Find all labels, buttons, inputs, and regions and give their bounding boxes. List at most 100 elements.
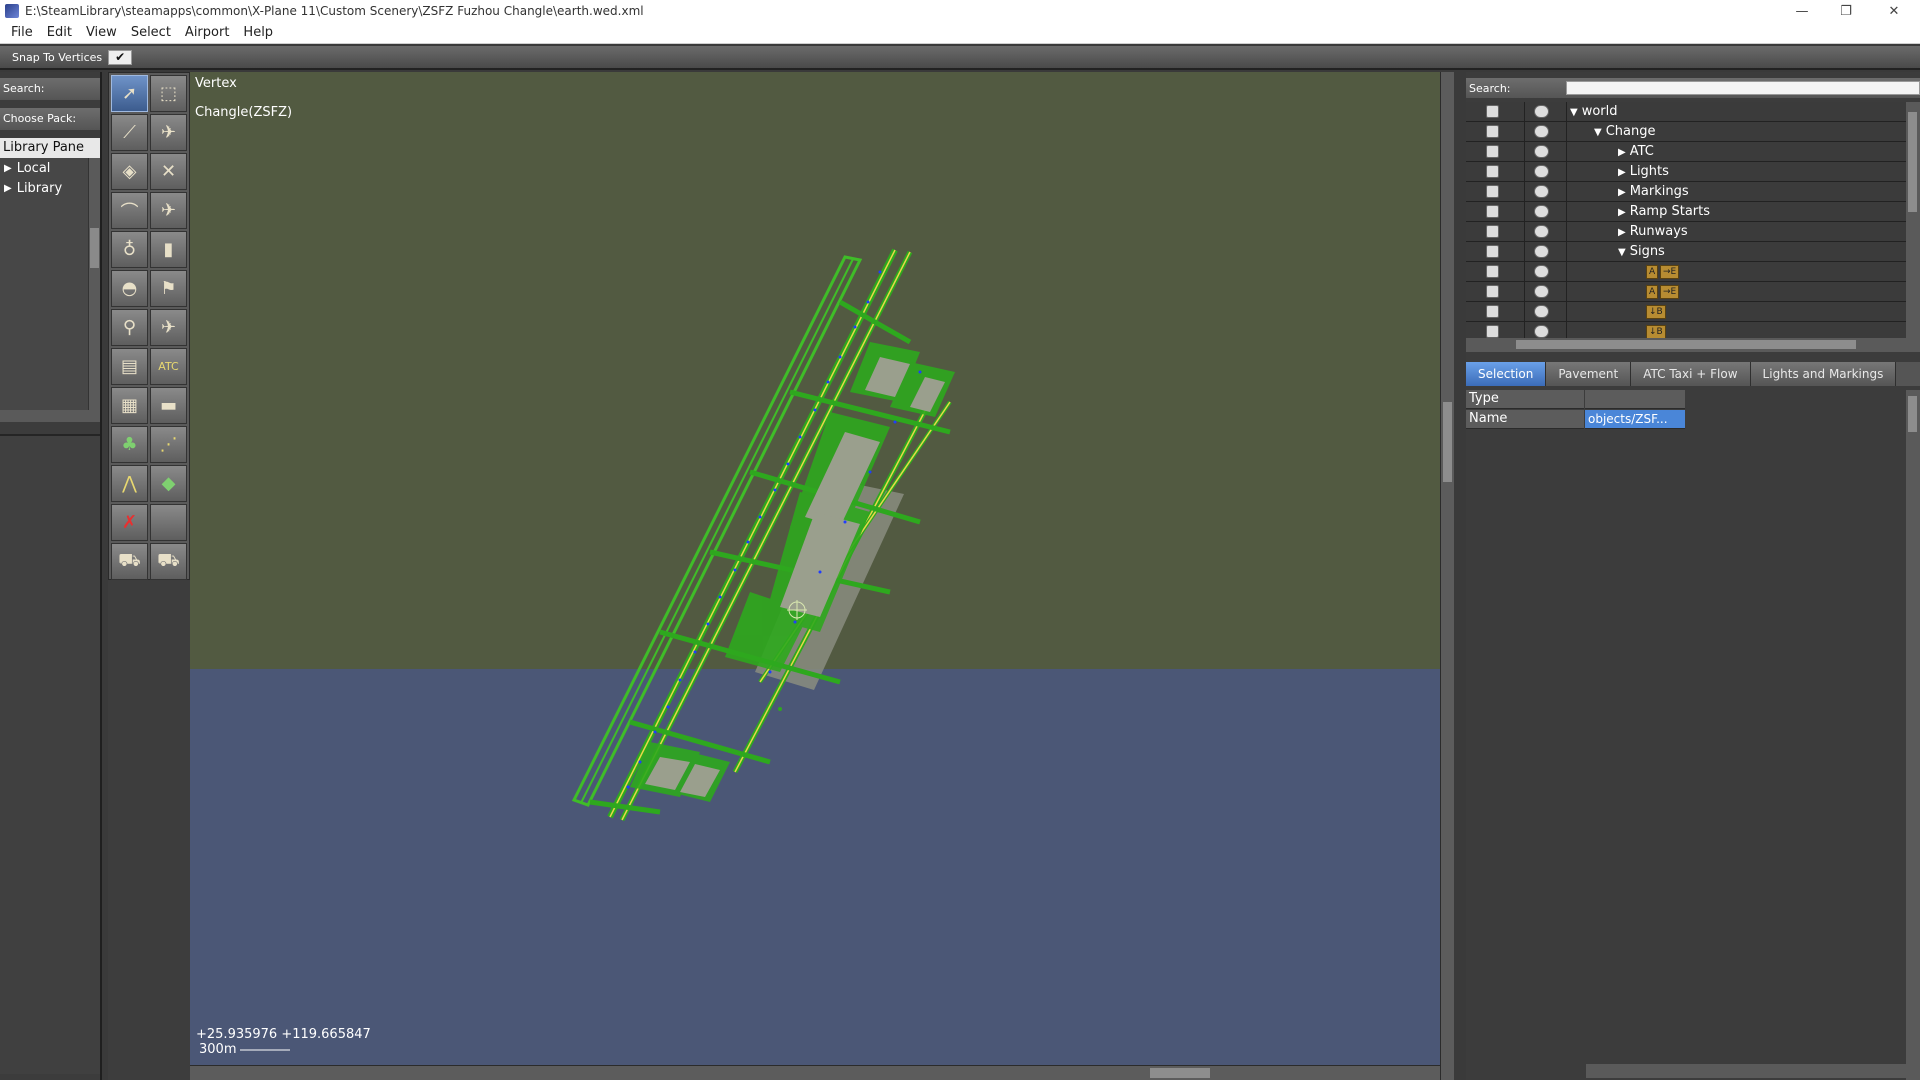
eye-icon[interactable] (1534, 145, 1549, 158)
polygon-tool-icon[interactable]: ◆ (150, 465, 187, 502)
object-tool-icon[interactable]: ▬ (150, 387, 187, 424)
property-value[interactable]: objects/ZSF... (1585, 410, 1685, 429)
close-button[interactable]: ✕ (1872, 0, 1916, 22)
eye-icon[interactable] (1534, 105, 1549, 118)
library-choose-pack[interactable]: Choose Pack: (0, 108, 100, 130)
lock-icon[interactable] (1486, 125, 1499, 138)
eye-icon[interactable] (1534, 245, 1549, 258)
airport-layout[interactable] (190, 72, 1440, 1065)
triangle-right-icon[interactable]: ▶ (4, 183, 12, 194)
menu-view[interactable]: View (79, 25, 124, 40)
scroll-thumb[interactable] (1516, 340, 1856, 349)
library-horizontal-scrollbar[interactable] (0, 410, 100, 422)
tree-row-sign[interactable]: ↓B (1466, 302, 1906, 322)
forest-tool-icon[interactable]: ▦ (111, 387, 148, 424)
triangle-down-icon[interactable]: ▼ (1594, 127, 1602, 138)
light-fixture-tool-icon[interactable]: ♁ (111, 231, 148, 268)
tree-row[interactable]: ▶ Lights (1466, 162, 1906, 182)
lock-icon[interactable] (1486, 185, 1499, 198)
line-tool-icon[interactable]: ⋀ (111, 465, 148, 502)
eye-icon[interactable] (1534, 205, 1549, 218)
tree-row[interactable]: ▶ Markings (1466, 182, 1906, 202)
minimize-button[interactable]: — (1780, 0, 1824, 22)
triangle-right-icon[interactable]: ▶ (1618, 187, 1626, 198)
triangle-right-icon[interactable]: ▶ (1618, 227, 1626, 238)
tree-row[interactable]: ▶ ATC (1466, 142, 1906, 162)
triangle-down-icon[interactable]: ▼ (1618, 247, 1626, 258)
menu-help[interactable]: Help (236, 25, 280, 40)
menu-select[interactable]: Select (124, 25, 178, 40)
lock-icon[interactable] (1486, 265, 1499, 278)
sealane-tool-icon[interactable]: ◈ (111, 153, 148, 190)
triangle-right-icon[interactable]: ▶ (1618, 147, 1626, 158)
hierarchy-search-input[interactable] (1566, 81, 1920, 95)
eye-icon[interactable] (1534, 185, 1549, 198)
triangle-right-icon[interactable]: ▶ (4, 163, 12, 174)
ramp-start-tool-icon[interactable]: ✈ (150, 192, 187, 229)
scroll-thumb[interactable] (1443, 402, 1452, 482)
scroll-thumb[interactable] (90, 228, 99, 268)
tab-lights-markings[interactable]: Lights and Markings (1750, 362, 1897, 386)
tree-row-sign[interactable]: A →E (1466, 282, 1906, 302)
tab-selection[interactable]: Selection (1466, 362, 1547, 386)
tree-row[interactable]: ▼ world (1466, 102, 1906, 122)
tree-vertical-scrollbar[interactable] (1906, 102, 1920, 338)
library-search-label[interactable]: Search: (0, 78, 100, 100)
eye-icon[interactable] (1534, 325, 1549, 338)
tree-tool-icon[interactable]: ♣ (111, 426, 148, 463)
lock-icon[interactable] (1486, 325, 1499, 338)
exclusion-tool-icon[interactable]: ✗ (111, 504, 148, 541)
vertex-tool-icon[interactable]: ➚ (111, 75, 148, 112)
eye-icon[interactable] (1534, 165, 1549, 178)
blank-tool-icon[interactable] (150, 504, 187, 541)
scroll-thumb[interactable] (1150, 1068, 1210, 1078)
eye-icon[interactable] (1534, 265, 1549, 278)
tree-row-sign[interactable]: ↓B (1466, 322, 1906, 338)
runway-tool-icon[interactable]: ⟋ (111, 114, 148, 151)
map-view[interactable]: Vertex Changle(ZSFZ) +25.935976 +119.665… (190, 72, 1440, 1065)
boundary-tool-icon[interactable]: ⌒ (111, 192, 148, 229)
scroll-thumb[interactable] (1908, 112, 1917, 212)
lock-icon[interactable] (1486, 145, 1499, 158)
lock-icon[interactable] (1486, 245, 1499, 258)
truck-destination-tool-icon[interactable]: ⛟ (150, 543, 187, 580)
airplane-tool-icon[interactable]: ✈ (150, 309, 187, 346)
map-vertical-scrollbar[interactable] (1440, 72, 1454, 1080)
snap-to-vertices-checkbox[interactable]: ✔ (108, 49, 133, 65)
property-horizontal-scrollbar[interactable] (1586, 1064, 1906, 1078)
scroll-thumb[interactable] (1908, 396, 1917, 432)
tower-viewpoint-tool-icon[interactable]: ◓ (111, 270, 148, 307)
triangle-right-icon[interactable]: ▶ (1618, 167, 1626, 178)
triangle-right-icon[interactable]: ▶ (1618, 207, 1626, 218)
tree-row[interactable]: ▼ Signs (1466, 242, 1906, 262)
eye-icon[interactable] (1534, 125, 1549, 138)
lock-icon[interactable] (1486, 205, 1499, 218)
taxiway-tool-icon[interactable]: ✕ (150, 153, 187, 190)
library-vertical-scrollbar[interactable] (88, 158, 100, 410)
map-horizontal-scrollbar[interactable] (190, 1065, 1440, 1080)
facade-tool-icon[interactable]: ▤ (111, 348, 148, 385)
eye-icon[interactable] (1534, 285, 1549, 298)
eye-icon[interactable] (1534, 225, 1549, 238)
atc-tool-icon[interactable]: ATC (150, 348, 187, 385)
tree-row[interactable]: ▼ Change (1466, 122, 1906, 142)
tree-row-sign[interactable]: A →E (1466, 262, 1906, 282)
triangle-down-icon[interactable]: ▼ (1570, 107, 1578, 118)
windsock-tool-icon[interactable]: ⚑ (150, 270, 187, 307)
tree-horizontal-scrollbar[interactable] (1466, 338, 1920, 352)
restore-button[interactable]: ❐ (1824, 0, 1868, 22)
string-tool-icon[interactable]: ⋰ (150, 426, 187, 463)
helipad-tool-icon[interactable]: ✈ (150, 114, 187, 151)
marquee-tool-icon[interactable]: ⬚ (150, 75, 187, 112)
truck-parking-tool-icon[interactable]: ⛟ (111, 543, 148, 580)
eye-icon[interactable] (1534, 305, 1549, 318)
menu-edit[interactable]: Edit (40, 25, 79, 40)
tree-row[interactable]: ▶ Ramp Starts (1466, 202, 1906, 222)
property-vertical-scrollbar[interactable] (1906, 390, 1920, 1080)
lock-icon[interactable] (1486, 285, 1499, 298)
library-item-local[interactable]: ▶ Local (0, 158, 88, 178)
beacon-tool-icon[interactable]: ⚲ (111, 309, 148, 346)
tree-row[interactable]: ▶ Runways (1466, 222, 1906, 242)
lock-icon[interactable] (1486, 305, 1499, 318)
menu-file[interactable]: File (4, 25, 40, 40)
